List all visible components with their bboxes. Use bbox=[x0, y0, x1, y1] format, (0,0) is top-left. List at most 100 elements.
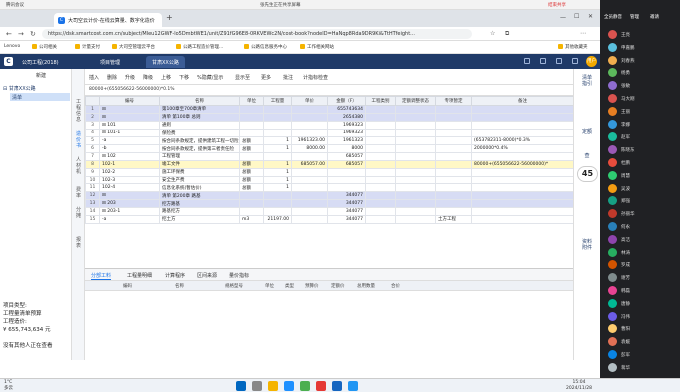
table-cell[interactable]: -a bbox=[99, 214, 160, 224]
col-header[interactable]: 单位 bbox=[239, 96, 264, 106]
table-cell[interactable] bbox=[471, 206, 573, 216]
side-tab-project-info[interactable]: 工程信息 bbox=[74, 99, 83, 123]
table-cell[interactable] bbox=[239, 112, 264, 122]
table-cell[interactable] bbox=[365, 199, 396, 208]
url-input[interactable]: https://dsk.smartcost.com.cn/subject/Mle… bbox=[42, 29, 472, 39]
table-cell[interactable]: 竣工文件 bbox=[159, 159, 240, 169]
participant-item[interactable]: 王亮 bbox=[608, 30, 678, 40]
comment-button[interactable]: 批注 bbox=[283, 74, 293, 81]
table-cell[interactable] bbox=[471, 128, 573, 138]
table-cell[interactable] bbox=[291, 199, 328, 208]
participant-item[interactable]: 马大刚 bbox=[608, 94, 678, 104]
window-maximize-icon[interactable]: ☐ bbox=[574, 13, 579, 20]
participant-item[interactable]: 曹阳 bbox=[608, 324, 678, 334]
stop-share-button[interactable]: 结束共享 bbox=[548, 2, 566, 8]
table-cell[interactable] bbox=[395, 128, 436, 138]
forward-icon[interactable]: → bbox=[18, 30, 24, 38]
table-row[interactable]: 5 -a 按合同条款规定，提供建筑工程一切险 总额 1 1961323.00 1961323… bbox=[85, 136, 573, 146]
table-cell[interactable] bbox=[365, 183, 396, 193]
participant-item[interactable]: 陈晓东 bbox=[608, 145, 678, 155]
table-cell[interactable] bbox=[365, 191, 396, 201]
participant-item[interactable]: 唐静 bbox=[608, 298, 678, 309]
table-cell[interactable] bbox=[471, 152, 573, 161]
table-cell[interactable]: 102-3 bbox=[99, 175, 160, 185]
table-cell[interactable]: 总额 bbox=[239, 175, 264, 185]
table-cell[interactable] bbox=[263, 120, 292, 130]
side-tab-materials[interactable]: 人材机 bbox=[74, 157, 83, 175]
table-cell[interactable]: ⊟ 101-1 bbox=[99, 128, 160, 138]
table-cell[interactable]: 总额 bbox=[239, 159, 264, 169]
table-cell[interactable] bbox=[471, 167, 573, 177]
table-cell[interactable] bbox=[471, 191, 573, 201]
table-cell[interactable]: 按合同条款规定，提供第三者责任险 bbox=[159, 144, 240, 154]
window-minimize-icon[interactable]: — bbox=[560, 14, 566, 21]
table-cell[interactable]: 信息化系统(暂估价) bbox=[159, 183, 240, 193]
detail-col-header[interactable]: 单位 bbox=[265, 283, 274, 289]
table-cell[interactable]: 344077 bbox=[327, 214, 366, 224]
table-cell[interactable] bbox=[395, 159, 436, 169]
table-cell[interactable]: 总额 bbox=[239, 167, 264, 177]
table-cell[interactable] bbox=[239, 128, 264, 138]
table-cell[interactable] bbox=[395, 183, 436, 193]
table-cell[interactable]: 总额 bbox=[239, 144, 264, 154]
detail-col-header[interactable]: 编码 bbox=[123, 283, 132, 289]
table-cell[interactable] bbox=[239, 206, 264, 216]
user-avatar[interactable]: 用户 bbox=[586, 56, 597, 67]
side-tab-reports[interactable]: 报表 bbox=[74, 237, 83, 249]
table-cell[interactable] bbox=[471, 120, 573, 130]
table-cell[interactable] bbox=[395, 214, 436, 224]
table-cell[interactable] bbox=[395, 199, 436, 208]
participant-item[interactable]: 林涛 bbox=[608, 247, 678, 258]
table-cell[interactable]: 清单 第100章 总则 bbox=[159, 112, 240, 122]
table-cell[interactable] bbox=[239, 120, 264, 130]
right-tab-bill-guide[interactable]: 清单指引 bbox=[582, 75, 592, 87]
table-cell[interactable] bbox=[291, 120, 328, 130]
table-cell[interactable] bbox=[365, 167, 396, 177]
edge-icon[interactable] bbox=[284, 381, 294, 391]
table-cell[interactable]: 80000+(655056622-56000000)* bbox=[471, 159, 573, 169]
participant-item[interactable]: 韩磊 bbox=[608, 286, 678, 296]
table-cell[interactable]: 1969323 bbox=[327, 128, 366, 138]
show-to-button[interactable]: 显示至 bbox=[235, 74, 250, 81]
table-cell[interactable]: 安全生产费 bbox=[159, 175, 240, 185]
participant-item[interactable]: 吴波 bbox=[608, 183, 678, 194]
star-icon[interactable]: ☆ bbox=[490, 30, 495, 37]
bookmark-item[interactable]: 大司空管理云平台 bbox=[112, 44, 155, 50]
table-cell[interactable] bbox=[471, 105, 573, 114]
table-cell[interactable]: 344077 bbox=[327, 191, 366, 201]
table-cell[interactable] bbox=[395, 206, 436, 216]
participant-item[interactable]: 王丽 bbox=[608, 106, 678, 117]
tab-calc-program[interactable]: 计算程序 bbox=[165, 272, 185, 279]
wechat-icon[interactable] bbox=[300, 381, 310, 391]
table-cell[interactable]: 685057 bbox=[327, 152, 366, 161]
table-cell[interactable] bbox=[263, 199, 292, 208]
table-cell[interactable] bbox=[435, 199, 472, 208]
table-cell[interactable]: 344077 bbox=[327, 206, 366, 216]
table-cell[interactable] bbox=[239, 152, 264, 161]
table-cell[interactable]: 总额 bbox=[239, 136, 264, 146]
table-row[interactable]: 6 -b 按合同条款规定，提供第三者责任险 总额 1 8000.00 8000 2000000… bbox=[85, 144, 573, 154]
side-tab-cost-book[interactable]: 造价书 bbox=[74, 131, 83, 149]
table-cell[interactable] bbox=[263, 191, 292, 201]
extensions-icon[interactable]: ⧉ bbox=[505, 30, 509, 38]
toggle-display-button[interactable]: %隐藏/显示 bbox=[197, 74, 223, 81]
table-cell[interactable] bbox=[435, 159, 472, 169]
right-tab-attachments[interactable]: 资料附件 bbox=[582, 239, 592, 251]
table-cell[interactable]: 挖方路基 bbox=[159, 199, 240, 208]
table-cell[interactable] bbox=[291, 152, 328, 161]
table-cell[interactable] bbox=[471, 199, 573, 208]
table-cell[interactable]: 15 bbox=[85, 214, 100, 224]
participant-item[interactable]: 郑强 bbox=[608, 196, 678, 206]
help-icon[interactable] bbox=[524, 58, 530, 64]
table-cell[interactable] bbox=[291, 214, 328, 224]
table-cell[interactable]: 路基挖方 bbox=[159, 206, 240, 216]
weather-widget[interactable]: 1°C 多云 bbox=[4, 380, 13, 391]
table-cell[interactable]: 7 bbox=[85, 152, 100, 161]
table-cell[interactable]: 1 bbox=[263, 136, 292, 146]
search-icon[interactable] bbox=[252, 381, 262, 391]
right-tab-search[interactable]: 查 bbox=[582, 153, 592, 159]
participant-item[interactable]: 冯伟 bbox=[608, 311, 678, 322]
table-cell[interactable]: 12 bbox=[85, 191, 100, 201]
app-tab[interactable]: 公司工程(2018) bbox=[16, 56, 65, 68]
table-row[interactable]: 14 ⊟ 203-1 路基挖方 344077 bbox=[85, 206, 573, 216]
